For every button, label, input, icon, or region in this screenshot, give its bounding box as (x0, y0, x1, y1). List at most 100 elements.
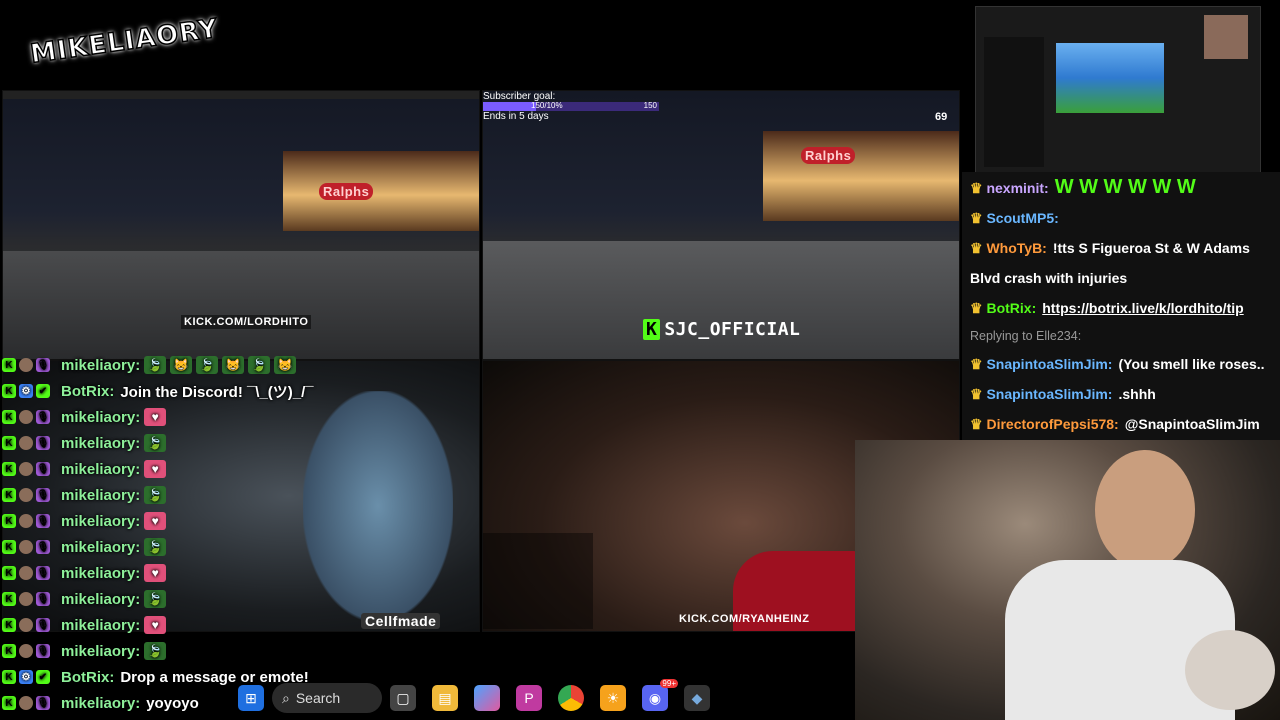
avatar (19, 488, 33, 502)
chat-username[interactable]: ScoutMP5: (986, 210, 1058, 226)
subscriber-goal: Subscriber goal: 150/10% 150 Ends in 5 d… (483, 91, 659, 122)
cat (1185, 630, 1275, 710)
chat-username[interactable]: mikeliaory: (61, 461, 140, 478)
chat-username[interactable]: mikeliaory: (61, 435, 140, 452)
subscriber-goal-end: 150 (643, 101, 657, 110)
watermark-text: KICK.COM/LORDHITO (184, 316, 309, 328)
picsart-icon[interactable]: P (516, 685, 542, 711)
chat-username[interactable]: BotRix: (61, 669, 114, 686)
chat-username[interactable]: mikeliaory: (61, 591, 140, 608)
chat-username[interactable]: WhoTyB: (986, 240, 1046, 256)
mic-badge-icon: 🎙 (36, 566, 50, 580)
crown-badge-icon: ♛ (970, 210, 987, 226)
subscriber-goal-fill (483, 102, 536, 111)
chat-username[interactable]: BotRix: (986, 300, 1036, 316)
chat-row: K 🎙 mikeliaory: 🍃 😸 🍃 😸 🍃 😸 (2, 352, 472, 378)
mic-badge-icon: 🎙 (36, 644, 50, 658)
crown-badge-icon: ♛ (970, 386, 987, 402)
mic-badge-icon: 🎙 (36, 514, 50, 528)
chat-message[interactable]: https://botrix.live/k/lordhito/tip (1042, 300, 1243, 316)
kick-badge-icon: K (2, 540, 16, 554)
discord-icon[interactable]: ◉ 99+ (642, 679, 678, 711)
chat-username[interactable]: mikeliaory: (61, 695, 140, 712)
chat-message-row: ♛ SnapintoaSlimJim: (You smell like roses… (962, 349, 1280, 379)
overlay-chat: K 🎙 mikeliaory: 🍃 😸 🍃 😸 🍃 😸 K ⚙ ✔ BotRix: Join the Di… (2, 352, 472, 716)
chat-row: K 🎙 mikeliaory: 🍃 (2, 482, 472, 508)
chat-username[interactable]: BotRix: (61, 383, 114, 400)
logo-text: MIKELIAORY (28, 13, 221, 71)
bot-badge-icon: ⚙ (19, 384, 33, 398)
chat-username[interactable]: SnapintoaSlimJim: (986, 386, 1112, 402)
chat-row: K 🎙 mikeliaory: 🍃 (2, 638, 472, 664)
chat-username[interactable]: nexminit: (986, 180, 1048, 196)
chrome-icon[interactable] (558, 685, 584, 711)
kick-badge-icon: K (2, 514, 16, 528)
windows-start-icon[interactable]: ⊞ (238, 685, 264, 711)
fam-emote-icon: ♥ (144, 512, 167, 530)
mini-webcam (1204, 15, 1248, 59)
kick-badge-icon: K (2, 644, 16, 658)
embedded-screen (975, 6, 1261, 176)
chat-message-row: ♛ SnapintoaSlimJim: .shhh (962, 379, 1280, 409)
chat-row: K 🎙 mikeliaory: ♥ (2, 508, 472, 534)
avatar (19, 644, 33, 658)
storefront (283, 151, 479, 231)
diamond-app-icon[interactable]: ◆ (684, 685, 710, 711)
file-explorer-icon[interactable]: ▤ (432, 685, 458, 711)
avatar (19, 540, 33, 554)
chat-row: K 🎙 mikeliaory: 🍃 (2, 430, 472, 456)
avatar (19, 358, 33, 372)
stream-pane-top-left[interactable]: Ralphs KICK.COM/LORDHITO (2, 90, 480, 360)
kick-badge-icon: K (2, 670, 16, 684)
chat-username[interactable]: DirectorofPepsi578: (986, 416, 1118, 432)
chat-message-row: ♛ BotRix: https://botrix.live/k/lordhito/… (962, 293, 1280, 323)
leaf-emote-icon: 🍃 (144, 590, 167, 608)
watermark-sjc: K SJC_OFFICIAL (643, 319, 800, 340)
avatar (19, 696, 33, 710)
notification-badge: 99+ (660, 679, 678, 688)
crown-badge-icon: ♛ (970, 180, 987, 196)
chat-message-row: ♛ ScoutMP5: (962, 203, 1280, 233)
copilot-icon[interactable] (474, 685, 500, 711)
task-view-icon[interactable]: ▢ (390, 685, 416, 711)
store-sign: Ralphs (319, 183, 374, 200)
chat-row: K ⚙ ✔ BotRix: Join the Discord! ¯\_(ツ)_/¯ (2, 378, 472, 404)
fam-emote-icon: ♥ (144, 616, 167, 634)
crown-badge-icon: ♛ (970, 300, 987, 316)
chat-username[interactable]: mikeliaory: (61, 565, 140, 582)
sun-app-icon[interactable]: ☀ (600, 685, 626, 711)
chat-username[interactable]: mikeliaory: (61, 513, 140, 530)
chat-message: (You smell like roses.. (1118, 356, 1265, 372)
chat-username[interactable]: mikeliaory: (61, 539, 140, 556)
cat-emote-icon: 😸 (170, 356, 193, 374)
kick-badge-icon: K (2, 488, 16, 502)
watermark-text: SJC_OFFICIAL (664, 319, 801, 340)
leaf-emote-icon: 🍃 (196, 356, 219, 374)
kick-badge-icon: K (2, 618, 16, 632)
chat-message: yoyoyo (146, 694, 199, 712)
stream-pane-top-right[interactable]: Subscriber goal: 150/10% 150 Ends in 5 d… (482, 90, 960, 360)
leaf-emote-icon: 🍃 (144, 434, 167, 452)
chat-username[interactable]: mikeliaory: (61, 409, 140, 426)
chat-row: K 🎙 mikeliaory: ♥ (2, 404, 472, 430)
crown-badge-icon: ♛ (970, 356, 987, 372)
chat-username[interactable]: mikeliaory: (61, 643, 140, 660)
chat-message: W W W W W W (1054, 176, 1196, 198)
kick-badge-icon: K (2, 462, 16, 476)
mic-badge-icon: 🎙 (36, 618, 50, 632)
mini-sidebar (984, 37, 1044, 167)
crown-badge-icon: ♛ (970, 416, 987, 432)
chat-username[interactable]: mikeliaory: (61, 357, 140, 374)
chat-username[interactable]: mikeliaory: (61, 617, 140, 634)
chat-row: K 🎙 mikeliaory: ♥ (2, 560, 472, 586)
streamer-head (1095, 450, 1195, 570)
taskbar-search[interactable]: ⌕ Search (272, 683, 382, 713)
fam-emote-icon: ♥ (144, 460, 167, 478)
chat-username[interactable]: mikeliaory: (61, 487, 140, 504)
kick-badge-icon: K (2, 566, 16, 580)
kick-badge-icon: K (2, 358, 16, 372)
verified-badge-icon: ✔ (36, 384, 50, 398)
chat-username[interactable]: SnapintoaSlimJim: (986, 356, 1112, 372)
leaf-emote-icon: 🍃 (144, 538, 167, 556)
subscriber-goal-progress: 150/10% (531, 101, 563, 110)
